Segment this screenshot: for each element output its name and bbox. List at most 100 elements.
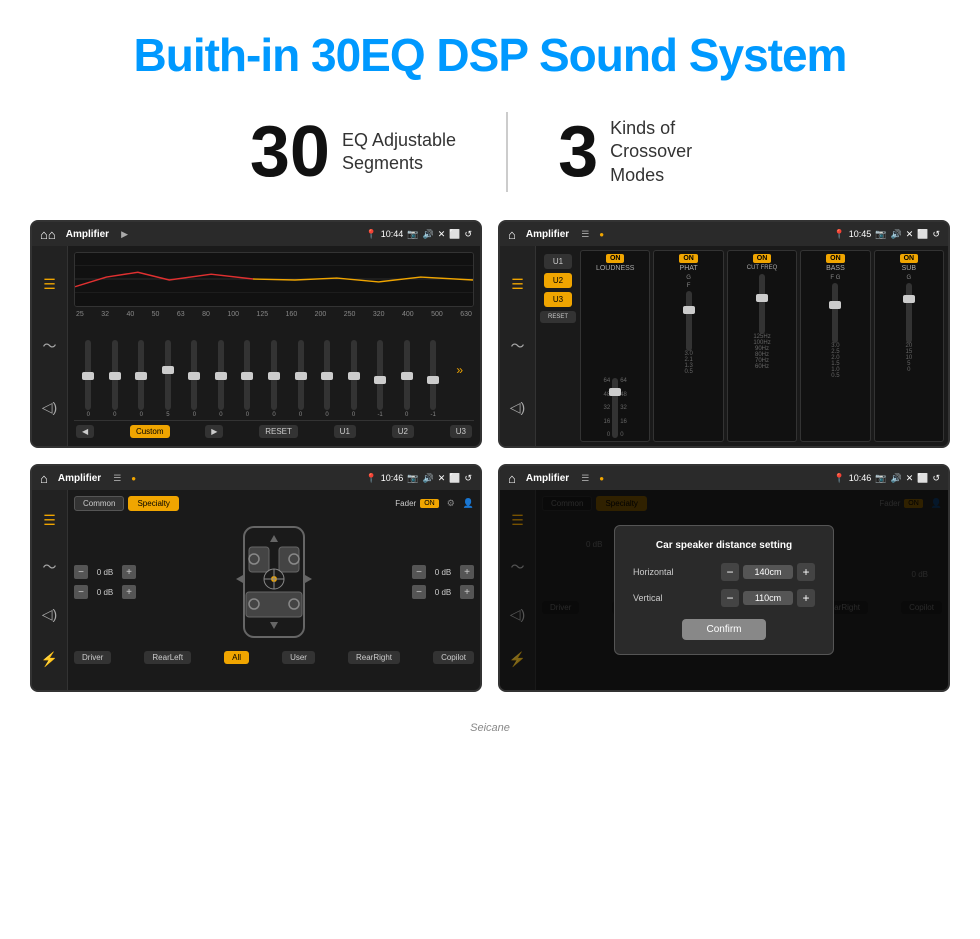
window-icon-eq[interactable]: ⬜	[449, 229, 460, 240]
crossover-u2-btn[interactable]: U2	[544, 273, 572, 288]
crossover-u1-btn[interactable]: U1	[544, 254, 572, 269]
db-minus-br[interactable]: −	[412, 585, 426, 599]
ch-loudness: ON LOUDNESS 644832160 644832160	[580, 250, 650, 442]
dialog-label-horizontal: Horizontal	[633, 567, 674, 577]
eq-play-btn[interactable]: ▶	[205, 425, 223, 438]
ch-loudness-on[interactable]: ON	[606, 254, 625, 263]
x-icon-dialog[interactable]: ✕	[906, 473, 914, 484]
zone-rearright-btn[interactable]: RearRight	[348, 651, 400, 664]
spk-specialty-btn[interactable]: Specialty	[128, 496, 178, 511]
stat-crossover: 3 Kinds ofCrossover Modes	[508, 116, 780, 188]
cam-icon-speaker: 📷	[407, 473, 418, 484]
crossover-sidebar-eq-icon[interactable]: ☰	[511, 276, 524, 293]
dialog-minus-horizontal[interactable]: −	[721, 563, 739, 581]
vol-icon-crossover[interactable]: 🔊	[890, 229, 901, 240]
eq-icon-dialog[interactable]: ☰	[581, 473, 589, 484]
eq-u2-btn[interactable]: U2	[392, 425, 414, 438]
home-icon-crossover[interactable]: ⌂	[508, 227, 516, 242]
spk-sidebar-wave-icon[interactable]: 〜	[43, 557, 57, 577]
time-crossover: 10:45	[849, 229, 872, 239]
spk-sidebar-bt-icon[interactable]: ⚡	[41, 651, 58, 668]
eq-reset-btn[interactable]: RESET	[259, 425, 298, 438]
status-title-eq: Amplifier	[66, 229, 109, 240]
eq-u1-btn[interactable]: U1	[334, 425, 356, 438]
back-icon-dialog[interactable]: ↺	[932, 473, 940, 484]
home-icon-speaker[interactable]: ⌂	[40, 471, 48, 486]
eq-icon-speaker[interactable]: ☰	[113, 473, 121, 484]
screens-grid: ⌂ Amplifier ▶ 📍 10:44 📷 🔊 ✕ ⬜ ↺ ☰ 〜 ◁)	[0, 220, 980, 722]
crossover-u3-btn[interactable]: U3	[544, 292, 572, 307]
crossover-sidebar: ☰ 〜 ◁)	[500, 246, 536, 446]
eq-slider-expand[interactable]: »	[447, 363, 472, 377]
screen-crossover: ⌂ Amplifier ☰ ● 📍 10:45 📷 🔊 ✕ ⬜ ↺ ☰ 〜 ◁)	[498, 220, 950, 448]
status-bar-dialog: ⌂ Amplifier ☰ ● 📍 10:46 📷 🔊 ✕ ⬜ ↺	[500, 466, 948, 490]
eq-icon-crossover[interactable]: ☰	[581, 229, 589, 240]
eq-sidebar-vol-icon[interactable]: ◁)	[42, 399, 57, 416]
home-icon-dialog[interactable]: ⌂	[508, 471, 516, 486]
speaker-content: ☰ 〜 ◁) ⚡ Common Specialty Fader ON ⚙ 👤	[32, 490, 480, 690]
ch-bass-on[interactable]: ON	[826, 254, 845, 263]
eq-sidebar-eq-icon[interactable]: ☰	[43, 276, 56, 293]
window-icon-dialog[interactable]: ⬜	[917, 473, 928, 484]
db-plus-bl[interactable]: +	[122, 585, 136, 599]
zone-rearleft-btn[interactable]: RearLeft	[144, 651, 191, 664]
speaker-top-row: Common Specialty Fader ON ⚙ 👤	[74, 496, 474, 511]
eq-prev-btn[interactable]: ◀	[76, 425, 94, 438]
dialog-val-horizontal: 140cm	[743, 565, 793, 579]
fader-slider-icon[interactable]: ⚙	[447, 498, 455, 509]
dialog-plus-horizontal[interactable]: +	[797, 563, 815, 581]
db-plus-tr[interactable]: +	[460, 565, 474, 579]
window-icon-speaker[interactable]: ⬜	[449, 473, 460, 484]
play-icon-eq[interactable]: ▶	[121, 229, 128, 240]
db-plus-tl[interactable]: +	[122, 565, 136, 579]
x-icon-speaker[interactable]: ✕	[438, 473, 446, 484]
x-icon-eq[interactable]: ✕	[438, 229, 446, 240]
zone-all-btn[interactable]: All	[224, 651, 249, 664]
status-title-crossover: Amplifier	[526, 229, 569, 240]
home-icon-eq[interactable]: ⌂	[40, 227, 56, 242]
db-ctrl-br: − 0 dB +	[412, 585, 474, 599]
eq-sidebar-wave-icon[interactable]: 〜	[43, 336, 57, 356]
spk-common-btn[interactable]: Common	[74, 496, 124, 511]
db-val-tr: 0 dB	[429, 568, 457, 577]
status-bar-crossover: ⌂ Amplifier ☰ ● 📍 10:45 📷 🔊 ✕ ⬜ ↺	[500, 222, 948, 246]
dialog-row-horizontal: Horizontal − 140cm +	[633, 563, 815, 581]
crossover-reset-btn[interactable]: RESET	[540, 311, 576, 323]
vol-icon-dialog[interactable]: 🔊	[890, 473, 901, 484]
dialog-plus-vertical[interactable]: +	[797, 589, 815, 607]
db-minus-tl[interactable]: −	[74, 565, 88, 579]
db-minus-tr[interactable]: −	[412, 565, 426, 579]
zone-user-btn[interactable]: User	[282, 651, 315, 664]
spk-sidebar-eq-icon[interactable]: ☰	[43, 512, 56, 529]
eq-slider-4: 0	[182, 340, 207, 418]
db-ctrl-bl: − 0 dB +	[74, 585, 136, 599]
eq-custom-btn[interactable]: Custom	[130, 425, 170, 438]
ch-cutfreq-on[interactable]: ON	[753, 254, 772, 263]
zone-driver-btn[interactable]: Driver	[74, 651, 111, 664]
back-icon-crossover[interactable]: ↺	[932, 229, 940, 240]
ch-phat-on[interactable]: ON	[679, 254, 698, 263]
crossover-sidebar-vol-icon[interactable]: ◁)	[510, 399, 525, 416]
stat-eq-label: EQ AdjustableSegments	[342, 129, 456, 176]
eq-u3-btn[interactable]: U3	[450, 425, 472, 438]
eq-slider-11: -1	[368, 340, 393, 418]
x-icon-crossover[interactable]: ✕	[906, 229, 914, 240]
confirm-button[interactable]: Confirm	[682, 619, 765, 640]
ch-sub-on[interactable]: ON	[900, 254, 919, 263]
dialog-row-vertical: Vertical − 110cm +	[633, 589, 815, 607]
db-plus-br[interactable]: +	[460, 585, 474, 599]
back-icon-speaker[interactable]: ↺	[464, 473, 472, 484]
crossover-channels-row: ON LOUDNESS 644832160 644832160	[580, 250, 944, 442]
back-icon-eq[interactable]: ↺	[464, 229, 472, 240]
crossover-sidebar-wave-icon[interactable]: 〜	[511, 336, 525, 356]
dialog-label-vertical: Vertical	[633, 593, 663, 603]
vol-icon-eq[interactable]: 🔊	[422, 229, 433, 240]
zone-copilot-btn[interactable]: Copilot	[433, 651, 474, 664]
db-minus-bl[interactable]: −	[74, 585, 88, 599]
dialog-minus-vertical[interactable]: −	[721, 589, 739, 607]
window-icon-crossover[interactable]: ⬜	[917, 229, 928, 240]
spk-sidebar-vol-icon[interactable]: ◁)	[42, 606, 57, 623]
pin-icon-eq: 📍	[366, 229, 377, 240]
db-val-tl: 0 dB	[91, 568, 119, 577]
vol-icon-speaker[interactable]: 🔊	[422, 473, 433, 484]
